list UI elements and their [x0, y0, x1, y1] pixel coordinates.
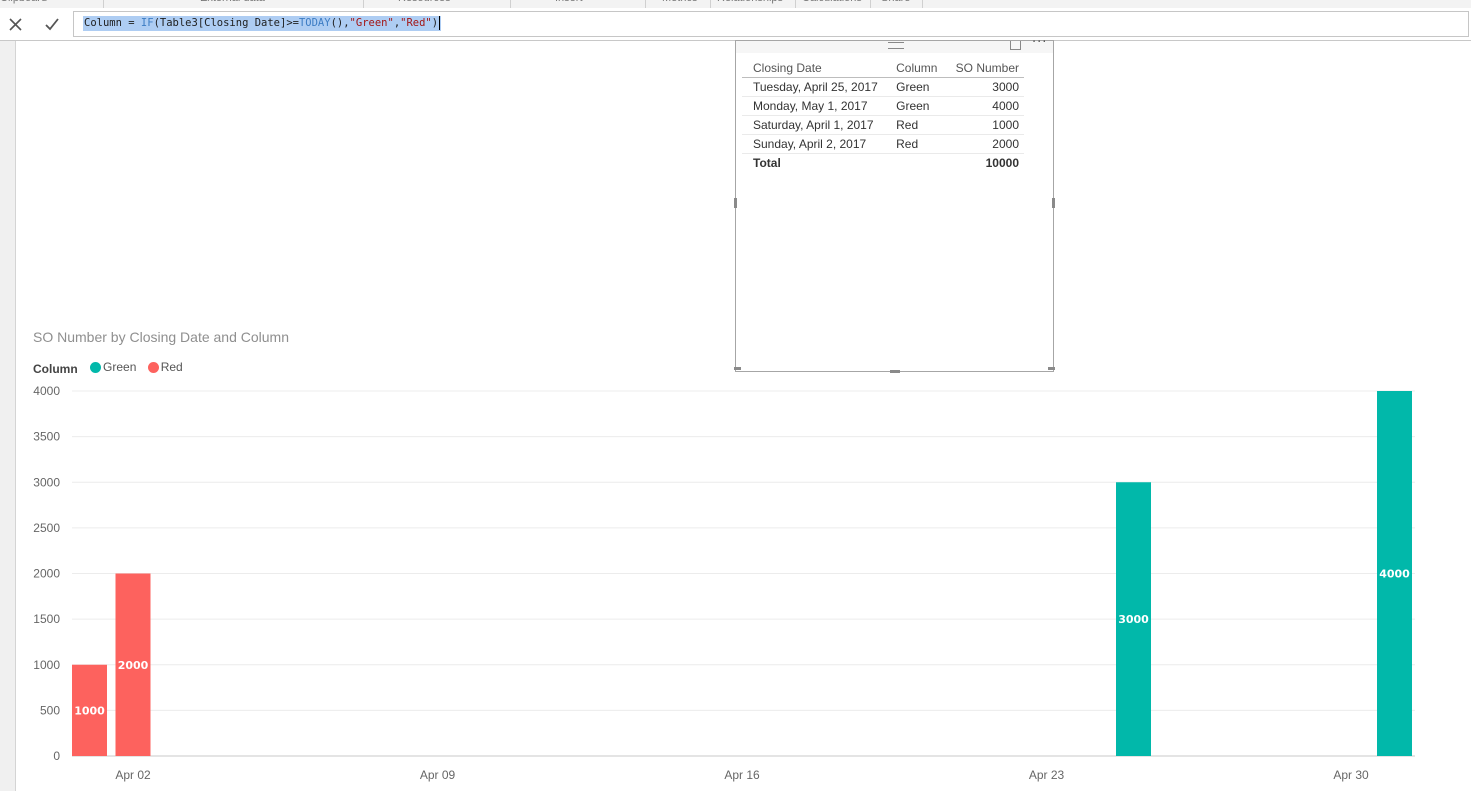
table-row: Monday, May 1, 2017 Green 4000 [742, 96, 1024, 116]
legend-label: Red [160, 360, 183, 374]
close-icon[interactable] [3, 11, 29, 37]
x-tick-label: Apr 02 [115, 768, 151, 782]
x-tick-label: Apr 30 [1333, 768, 1369, 782]
y-tick-label: 3500 [33, 430, 60, 444]
ribbon-group-label: Resources [398, 0, 451, 4]
ribbon-separator [363, 0, 364, 8]
ribbon-group-label: Share [881, 0, 910, 4]
legend-label: Green [103, 360, 137, 374]
bar-data-label: 4000 [1379, 568, 1410, 581]
focus-mode-icon[interactable] [1010, 41, 1021, 50]
ribbon-separator [795, 0, 796, 8]
chart-title: SO Number by Closing Date and Column [33, 329, 290, 345]
ribbon-separator [922, 0, 923, 8]
y-tick-label: 500 [40, 703, 60, 717]
ribbon-group-label: Metrics [662, 0, 697, 4]
bar-data-label: 2000 [118, 659, 149, 672]
checkmark-icon[interactable] [39, 11, 65, 37]
y-tick-label: 1500 [33, 612, 60, 626]
resize-handle-bottom[interactable] [890, 370, 900, 373]
ribbon-separator [870, 0, 871, 8]
y-tick-label: 3000 [33, 475, 60, 489]
ribbon-group-label: Clipboard [0, 0, 47, 4]
resize-handle-bottom-right[interactable] [1048, 367, 1055, 370]
formula-token: (), [330, 17, 350, 29]
column-chart[interactable]: 0 500 1000 1500 2000 2500 3000 3500 4000 Apr 02 Ap… [0, 380, 1471, 791]
legend-dot-icon [90, 361, 102, 373]
formula-token: (Table3[Closing Date]>= [153, 17, 299, 29]
x-tick-label: Apr 09 [420, 768, 456, 782]
cell-so-number: 4000 [940, 96, 1024, 116]
dax-formula-text[interactable]: Column = IF(Table3[Closing Date]>=TODAY(… [83, 16, 442, 31]
table-row: Tuesday, April 25, 2017 Green 3000 [742, 77, 1024, 97]
table-header-row: Closing Date Column SO Number [742, 60, 1024, 78]
cell-closing-date: Monday, May 1, 2017 [742, 96, 886, 116]
ribbon-separator [710, 0, 711, 8]
bar-data-label: 3000 [1118, 613, 1149, 626]
total-empty-cell [885, 153, 941, 172]
resize-handle-right[interactable] [1052, 198, 1055, 208]
bar-data-label: 1000 [74, 704, 105, 717]
y-tick-label: 2000 [33, 567, 60, 581]
x-tick-label: Apr 23 [1029, 768, 1065, 782]
formula-token: ) [431, 17, 439, 29]
ribbon-group-label: Calculations [802, 0, 862, 4]
chart-legend: Column Green Red [33, 360, 191, 376]
column-header-column[interactable]: Column [885, 60, 941, 78]
legend-title: Column [33, 361, 78, 376]
ribbon-group-label: Insert [555, 0, 583, 4]
y-tick-label: 2500 [33, 521, 60, 535]
table-visual[interactable]: ··· Closing Date Column SO Number Tuesda… [734, 35, 1055, 373]
drag-grip-icon[interactable] [888, 42, 904, 49]
cell-so-number: 3000 [940, 77, 1024, 97]
cell-column: Green [885, 96, 941, 116]
formula-bar: Column = IF(Table3[Closing Date]>=TODAY(… [0, 8, 1471, 41]
y-tick-label: 0 [53, 749, 60, 763]
text-caret [439, 16, 441, 30]
formula-input[interactable]: Column = IF(Table3[Closing Date]>=TODAY(… [73, 11, 1469, 37]
ribbon-separator [510, 0, 511, 8]
ellipsis-icon[interactable]: ··· [1032, 35, 1047, 50]
cell-so-number: 1000 [940, 115, 1024, 135]
total-value: 10000 [940, 153, 1024, 172]
legend-dot-icon [147, 361, 159, 373]
visual-header: ··· [736, 35, 1053, 53]
table-row: Saturday, April 1, 2017 Red 1000 [742, 115, 1024, 135]
legend-item-red[interactable]: Red [147, 360, 183, 374]
y-tick-label: 1000 [33, 658, 60, 672]
cell-closing-date: Sunday, April 2, 2017 [742, 134, 886, 154]
ribbon-group-label: External data [200, 0, 265, 4]
y-tick-label: 4000 [33, 384, 60, 398]
cell-column: Green [885, 77, 941, 97]
table-total-row: Total 10000 [742, 153, 1024, 172]
cell-column: Red [885, 134, 941, 154]
formula-token: Column = [84, 17, 141, 29]
column-header-closing-date[interactable]: Closing Date [742, 60, 886, 78]
ribbon-separator [645, 0, 646, 8]
ribbon-separator [103, 0, 104, 8]
x-tick-label: Apr 16 [724, 768, 760, 782]
formula-token: "Red" [400, 17, 432, 29]
cell-closing-date: Tuesday, April 25, 2017 [742, 77, 886, 97]
resize-handle-bottom-left[interactable] [734, 367, 741, 370]
formula-token: TODAY [298, 17, 331, 29]
cell-closing-date: Saturday, April 1, 2017 [742, 115, 886, 135]
legend-item-green[interactable]: Green [90, 360, 136, 374]
resize-handle-left[interactable] [734, 198, 737, 208]
cell-column: Red [885, 115, 941, 135]
cell-so-number: 2000 [940, 134, 1024, 154]
formula-token: "Green" [349, 17, 394, 29]
formula-token: IF [140, 17, 154, 29]
ribbon-group-label: Relationships [717, 0, 783, 4]
total-label: Total [742, 153, 886, 172]
table-row: Sunday, April 2, 2017 Red 2000 [742, 134, 1024, 154]
data-table: Closing Date Column SO Number Tuesday, A… [742, 60, 1024, 172]
column-header-so-number[interactable]: SO Number [940, 60, 1024, 78]
